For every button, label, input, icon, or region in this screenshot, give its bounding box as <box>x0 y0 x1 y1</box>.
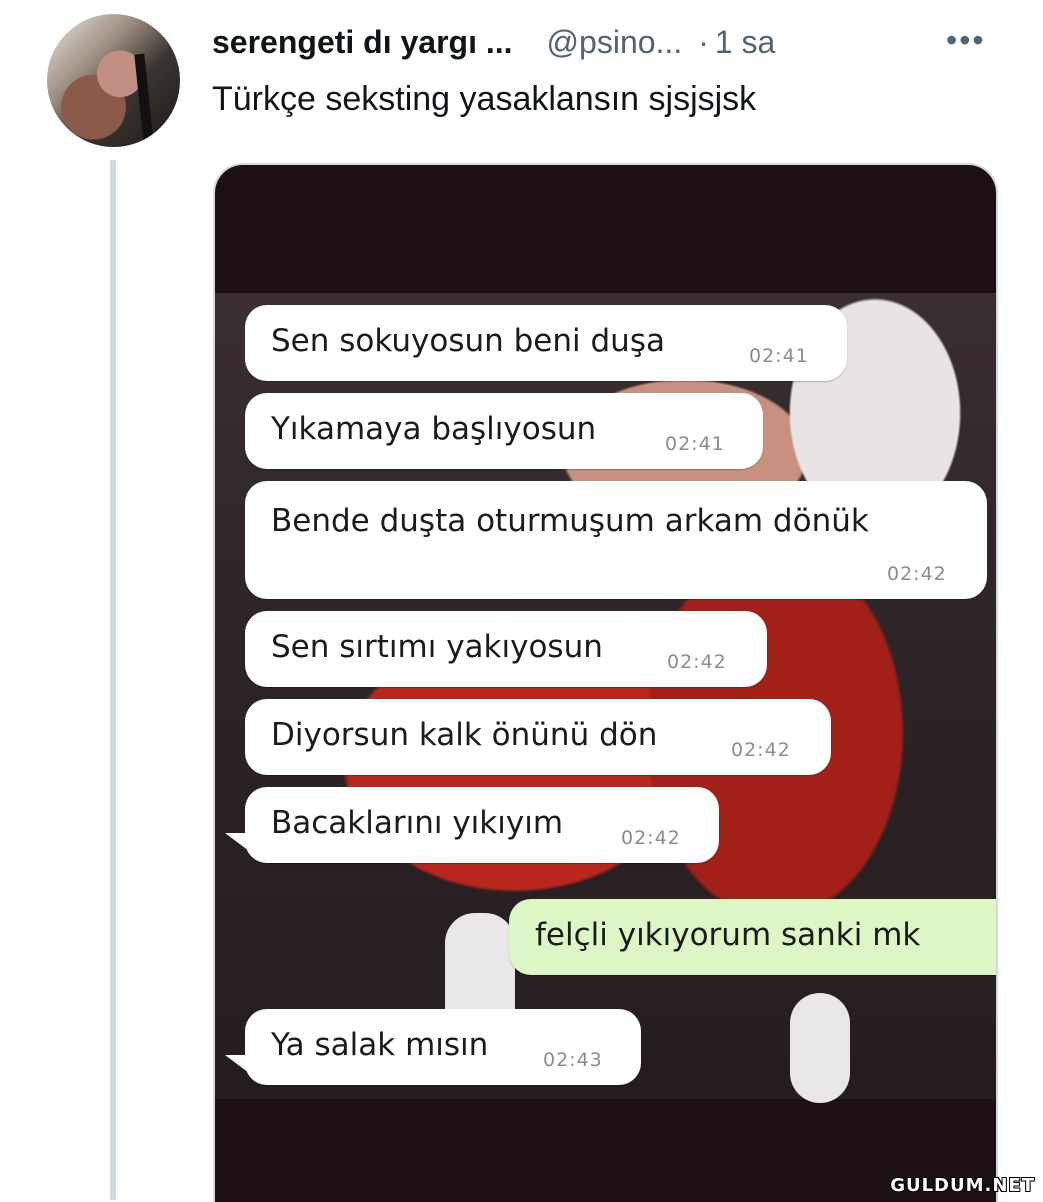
tweet-header: serengeti dı yargı ... @psino... · 1 sa <box>212 22 775 62</box>
chat-message-time: 02:41 <box>665 433 725 455</box>
chat-message-time: 02:43 <box>543 1049 603 1071</box>
chat-message-time: 02:42 <box>667 651 727 673</box>
watermark-logo: GULDUM.NET <box>890 1175 1035 1196</box>
chat-bubble-8: Ya salak mısın 02:43 <box>245 1009 641 1085</box>
chat-message-time: 02:42 <box>621 827 681 849</box>
chat-message-text: Bacaklarını yıkıyım <box>271 805 564 841</box>
chat-message-time: 02:42 <box>887 563 947 585</box>
chat-bubble-5: Diyorsun kalk önünü dön 02:42 <box>245 699 831 775</box>
chat-message-text: felçli yıkıyorum sanki mk <box>535 917 921 953</box>
thread-connector-line <box>110 160 116 1200</box>
chat-bubble-1: Sen sokuyosun beni duşa 02:41 <box>245 305 847 381</box>
chat-bubble-2: Yıkamaya başlıyosun 02:41 <box>245 393 763 469</box>
author-handle[interactable]: @psino... <box>547 24 683 61</box>
author-name[interactable]: serengeti dı yargı ... <box>212 24 513 61</box>
chat-bubble-sent: felçli yıkıyorum sanki mk <box>509 899 996 975</box>
chat-bubble-6: Bacaklarını yıkıyım 02:42 <box>245 787 719 863</box>
tweet-timestamp[interactable]: 1 sa <box>715 24 775 61</box>
more-options-icon[interactable]: ••• <box>946 22 986 59</box>
tweet-media-image[interactable]: Sen sokuyosun beni duşa 02:41 Yıkamaya b… <box>213 163 998 1202</box>
chat-bubble-3: Bende duşta oturmuşum arkam dönük 02:42 <box>245 481 987 599</box>
author-avatar[interactable] <box>47 14 180 147</box>
tweet-text: Türkçe seksting yasaklansın sjsjsjsk <box>212 80 757 118</box>
chat-message-text: Diyorsun kalk önünü dön <box>271 717 658 753</box>
chat-message-text: Sen sokuyosun beni duşa <box>271 323 665 359</box>
chat-message-text: Yıkamaya başlıyosun <box>271 411 597 447</box>
chat-message-text: Bende duşta oturmuşum arkam dönük <box>271 503 869 539</box>
chat-message-text: Ya salak mısın <box>271 1027 489 1063</box>
separator-dot: · <box>698 23 709 60</box>
chat-bubble-4: Sen sırtımı yakıyosun 02:42 <box>245 611 767 687</box>
chat-message-text: Sen sırtımı yakıyosun <box>271 629 603 665</box>
chat-message-time: 02:41 <box>749 345 809 367</box>
chat-message-time: 02:42 <box>731 739 791 761</box>
